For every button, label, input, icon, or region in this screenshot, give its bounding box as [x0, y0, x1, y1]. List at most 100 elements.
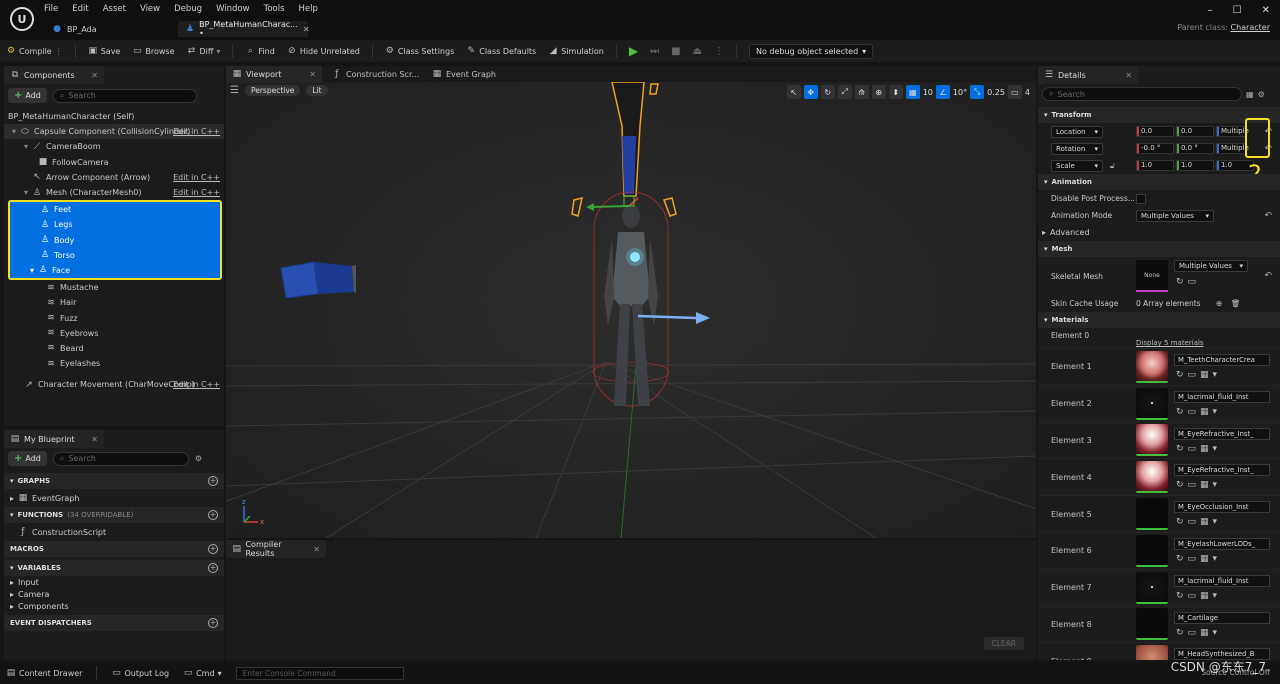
asset-actions-icons[interactable]: ↻▭▦▾ [1176, 407, 1221, 417]
material-thumbnail[interactable] [1136, 350, 1168, 383]
gear-icon[interactable]: ⚙ [1258, 90, 1265, 99]
display-materials-link[interactable]: Display 5 materials [1136, 339, 1204, 347]
skeletal-mesh-thumbnail[interactable]: None [1136, 260, 1168, 292]
material-dropdown[interactable]: M_TeethCharacterCrea [1174, 354, 1270, 366]
asset-actions-icons[interactable]: ↻▭▦▾ [1176, 370, 1221, 380]
menu-help[interactable]: Help [299, 4, 318, 14]
hide-unrelated-button[interactable]: ⊘ Hide Unrelated [287, 46, 360, 56]
scale-y-input[interactable]: 1.0 [1176, 160, 1214, 171]
tree-item-eyebrows[interactable]: ≋ Eyebrows [4, 326, 224, 341]
scale-snap-icon[interactable]: ⤡ [970, 85, 985, 99]
scale-dropdown[interactable]: Scale ▾ [1051, 159, 1103, 172]
add-element-icon[interactable]: ⊕ [1216, 299, 1222, 308]
material-dropdown[interactable]: M_lacrimal_fluid_Inst [1174, 390, 1270, 403]
add-icon[interactable]: + [208, 544, 218, 554]
tree-item-cameraboom[interactable]: ▾ ⟋ CameraBoom [4, 139, 224, 154]
location-y-input[interactable]: 0.0 [1176, 126, 1214, 137]
menu-debug[interactable]: Debug [174, 4, 202, 14]
details-search-input[interactable]: ⌕ Search [1042, 87, 1242, 101]
add-member-button[interactable]: + Add [8, 451, 47, 466]
tree-item-feet[interactable]: ♙ Feet [10, 202, 220, 218]
grid-view-icon[interactable]: ▦ [1246, 90, 1254, 99]
rotation-x-input[interactable]: -0.0 ° [1136, 143, 1174, 154]
material-thumbnail[interactable] [1136, 461, 1168, 494]
graph-event-graph[interactable]: ▸ ▦ EventGraph [4, 489, 224, 507]
diff-button[interactable]: ⇄ Diff ▾ [187, 46, 221, 56]
tab-viewport[interactable]: ▦ Viewport ✕ [226, 66, 322, 83]
doc-tab-bp-ada[interactable]: ● BP_Ada [44, 21, 105, 37]
add-icon[interactable]: + [208, 563, 218, 573]
tree-item-followcamera[interactable]: ■ FollowCamera [4, 155, 224, 170]
tab-my-blueprint[interactable]: ▤ My Blueprint ✕ [4, 430, 104, 448]
menu-edit[interactable]: Edit [72, 4, 88, 14]
simulation-button[interactable]: ◢ Simulation [548, 46, 604, 56]
reset-icon[interactable]: ↶ [1264, 271, 1272, 281]
section-transform[interactable]: ▾ Transform [1038, 107, 1280, 123]
material-dropdown[interactable]: M_lacrimal_fluid_Inst [1174, 574, 1270, 587]
lit-button[interactable]: Lit [306, 85, 328, 96]
section-advanced[interactable]: ▸ Advanced [1038, 224, 1280, 241]
viewport[interactable]: z x ▦ Viewport ✕ ƒ Construction Scr... ▦ Eve… [226, 66, 1036, 538]
cmd-button[interactable]: ▭ Cmd ▾ [183, 668, 222, 678]
parent-class-link[interactable]: Character [1231, 23, 1271, 32]
trash-icon[interactable]: 🗑︎ [1231, 299, 1241, 308]
console-input[interactable]: Enter Console Command [235, 666, 404, 680]
more-icon[interactable]: ⋮ [714, 46, 724, 57]
asset-actions-icons[interactable]: ↻▭▦▾ [1176, 444, 1221, 454]
tree-item-eyelashes[interactable]: ≋ Eyelashes [4, 356, 224, 371]
material-thumbnail[interactable] [1136, 387, 1168, 420]
disable-post-process-checkbox[interactable] [1136, 193, 1146, 204]
material-thumbnail[interactable] [1136, 571, 1168, 604]
camera-speed-icon[interactable]: ▭ [1007, 85, 1022, 99]
surface-snap-icon[interactable]: ⟰ [854, 85, 869, 99]
tree-item-body[interactable]: ♙ Body [10, 232, 220, 248]
grid-size-value[interactable]: 10 [923, 88, 933, 97]
menu-file[interactable]: File [44, 4, 58, 14]
tab-components[interactable]: ⧉ Components ✕ [4, 66, 104, 84]
tab-details[interactable]: ☰ Details ✕ [1038, 66, 1138, 84]
gear-icon[interactable]: ⚙ [195, 454, 202, 463]
tab-construction-script[interactable]: ƒ Construction Scr... [332, 69, 422, 79]
asset-actions-icons[interactable]: ↻▭▦▾ [1176, 554, 1221, 564]
material-dropdown[interactable]: M_EyeOcclusion_Inst [1174, 501, 1270, 514]
rotation-dropdown[interactable]: Rotation ▾ [1051, 142, 1103, 155]
material-thumbnail[interactable] [1136, 534, 1168, 567]
tree-item-charmove[interactable]: ↗ Character Movement (CharMoveComp) Edit i… [4, 377, 224, 392]
components-search-input[interactable]: ⌕ Search [52, 88, 197, 103]
tree-item-mustache[interactable]: ≋ Mustache [4, 280, 224, 295]
add-component-button[interactable]: + Add [8, 88, 47, 103]
blueprint-search-input[interactable]: ⌕ Search [52, 451, 189, 466]
rotation-snap-value[interactable]: 10° [953, 88, 967, 97]
edit-in-cpp-link[interactable]: Edit in C++ [173, 127, 220, 136]
asset-actions-icons[interactable]: ↻▭▦▾ [1176, 628, 1221, 638]
material-dropdown[interactable]: M_Cartilage [1174, 611, 1270, 624]
close-window-icon[interactable]: ✕ [1262, 5, 1270, 16]
material-thumbnail[interactable] [1136, 424, 1168, 457]
step-icon[interactable]: ⏭ [650, 46, 659, 57]
material-dropdown[interactable]: M_EyeRefractive_Inst_ [1174, 427, 1270, 440]
menu-view[interactable]: View [140, 4, 160, 14]
perspective-button[interactable]: Perspective [244, 85, 301, 96]
tree-item-hair[interactable]: ≋ Hair [4, 295, 224, 310]
world-icon[interactable]: ⊕ [871, 85, 886, 99]
tab-event-graph[interactable]: ▦ Event Graph [432, 69, 496, 79]
minimize-icon[interactable]: – [1208, 5, 1213, 16]
tree-item-self[interactable]: BP_MetaHumanCharacter (Self) [4, 109, 224, 124]
rotate-icon[interactable]: ↻ [820, 85, 835, 99]
location-z-input[interactable]: Multiple [1216, 126, 1249, 137]
edit-in-cpp-link[interactable]: Edit in C++ [173, 380, 220, 389]
tree-item-fuzz[interactable]: ≋ Fuzz [4, 310, 224, 325]
close-icon[interactable]: ✕ [309, 70, 316, 79]
lock-icon[interactable]: 🔓︎ [1110, 161, 1115, 171]
reset-icon[interactable]: ↶ [1264, 211, 1272, 221]
location-x-input[interactable]: 0.0 [1136, 126, 1174, 137]
tree-item-capsule[interactable]: ▾ ⬭ Capsule Component (CollisionCylinder) E… [4, 124, 224, 140]
variable-category-camera[interactable]: ▸ Camera [4, 588, 224, 600]
class-settings-button[interactable]: ⚙ Class Settings [385, 46, 454, 56]
close-icon[interactable]: ✕ [313, 545, 320, 554]
function-construction-script[interactable]: ƒ ConstructionScript [4, 523, 224, 541]
grid-snap-icon[interactable]: ▦ [905, 85, 920, 99]
content-drawer-button[interactable]: ▤ Content Drawer [6, 668, 83, 678]
location-dropdown[interactable]: Location ▾ [1051, 125, 1103, 138]
add-icon[interactable]: + [208, 618, 218, 628]
